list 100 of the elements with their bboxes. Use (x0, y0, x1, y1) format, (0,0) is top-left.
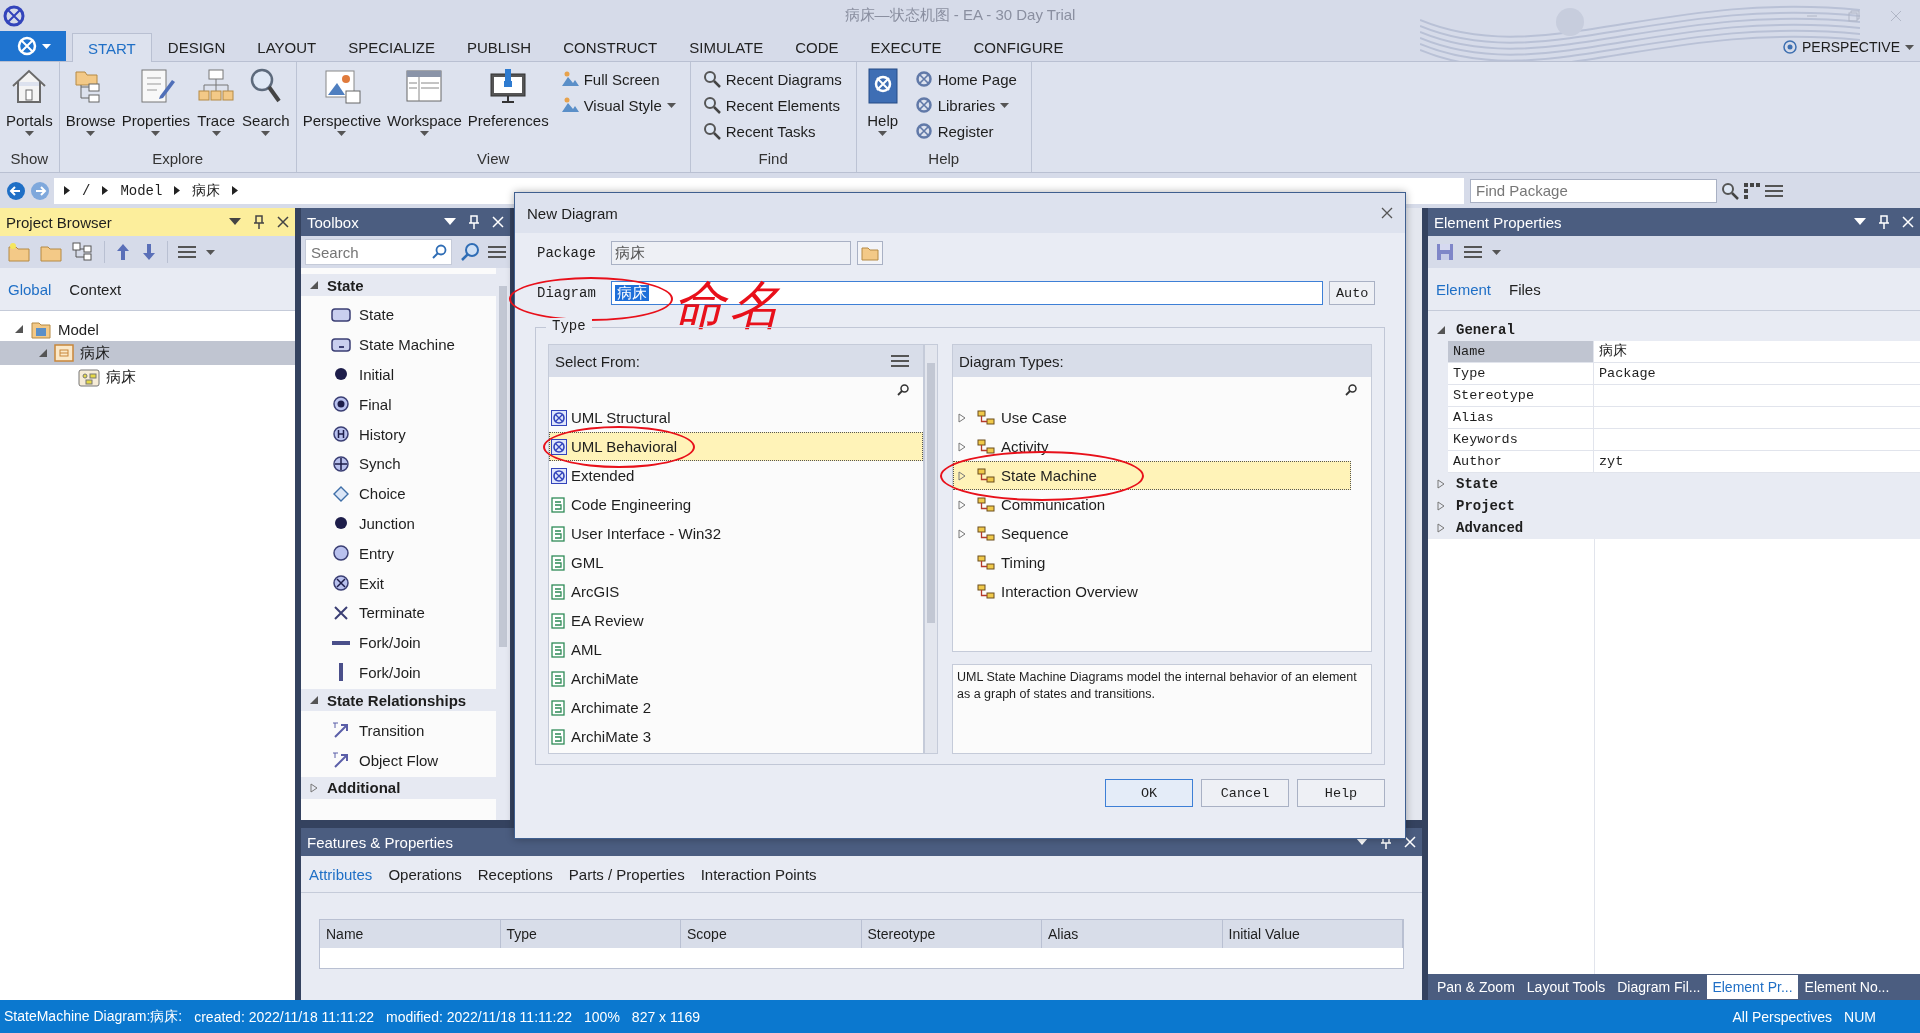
toolbox-item[interactable]: Exit (301, 568, 496, 598)
close-icon[interactable] (1381, 207, 1393, 219)
menu-icon[interactable] (178, 245, 196, 259)
toolbox-item[interactable]: History (301, 419, 496, 449)
column-header[interactable]: Scope (681, 920, 862, 948)
search-field[interactable]: Search (305, 239, 452, 265)
toolbox-item[interactable]: Object Flow (301, 745, 496, 775)
list-item[interactable]: Code Engineering (549, 490, 923, 519)
ribbon-button[interactable]: Properties (119, 66, 193, 148)
panel-tab[interactable]: Context (69, 280, 122, 298)
grid-icon[interactable] (1743, 181, 1761, 200)
panel-tab[interactable]: Diagram Fil... (1612, 975, 1706, 999)
list-item[interactable]: UML Structural (549, 403, 923, 432)
property-name[interactable]: Stereotype (1448, 385, 1594, 407)
panel-tab[interactable]: Files (1509, 280, 1541, 298)
collapse-icon[interactable] (309, 695, 319, 706)
property-value[interactable]: 病床 (1594, 341, 1920, 363)
list-item[interactable]: UML Behavioral (549, 432, 923, 461)
toolbox-item[interactable]: Synch (301, 449, 496, 479)
property-value[interactable]: zyt (1594, 451, 1920, 473)
search-icon[interactable] (431, 244, 447, 260)
property-section[interactable]: State (1428, 473, 1920, 495)
column-header[interactable]: Initial Value (1222, 920, 1403, 948)
expand-icon[interactable] (1436, 523, 1446, 533)
ribbon-button[interactable]: Libraries (914, 94, 1017, 116)
breadcrumb-item[interactable]: / (82, 182, 91, 199)
list-item[interactable]: ArcGIS (549, 577, 923, 606)
expand-icon[interactable] (309, 782, 319, 793)
scrollbar[interactable] (924, 344, 938, 754)
package-field[interactable]: 病床 (611, 241, 851, 265)
dialog-button[interactable]: Cancel (1201, 779, 1289, 807)
list-item[interactable]: User Interface - Win32 (549, 519, 923, 548)
list-item[interactable]: Interaction Overview (953, 577, 1351, 606)
property-name[interactable]: Type (1448, 363, 1594, 385)
ribbon-tab[interactable]: LAYOUT (241, 33, 333, 61)
list-item[interactable]: Extended (549, 461, 923, 490)
pin-icon[interactable] (253, 215, 265, 229)
ribbon-button[interactable]: Recent Elements (702, 94, 842, 116)
ribbon-button[interactable]: Search (240, 66, 292, 148)
list-item[interactable]: GML (549, 548, 923, 577)
property-section[interactable]: Advanced (1428, 517, 1920, 539)
toolbox-item[interactable]: Entry (301, 538, 496, 569)
ribbon-tab[interactable]: START (72, 33, 152, 62)
toolbox-item[interactable]: Fork/Join (301, 627, 496, 658)
search-icon[interactable] (897, 384, 909, 396)
collapse-icon[interactable] (309, 280, 319, 290)
panel-tab[interactable]: Element Pr... (1707, 975, 1798, 999)
menu-icon[interactable] (891, 354, 909, 368)
property-name[interactable]: Name (1448, 341, 1594, 363)
tree-item[interactable]: 病床 (0, 341, 295, 365)
dialog-button[interactable]: OK (1105, 779, 1193, 807)
expand-icon[interactable] (957, 441, 967, 452)
ribbon-button[interactable]: Trace (194, 66, 239, 148)
ribbon-tab[interactable]: CODE (779, 33, 855, 61)
list-item[interactable]: EA Review (549, 606, 923, 635)
toolbox-item[interactable]: Choice (301, 478, 496, 509)
ribbon-tab[interactable]: PUBLISH (450, 33, 548, 61)
list-item[interactable]: Use Case (953, 403, 1351, 432)
list-item[interactable]: AML (549, 635, 923, 664)
column-header[interactable]: Name (320, 920, 501, 948)
up-arrow-icon[interactable] (115, 243, 131, 261)
ribbon-button[interactable]: Portals (4, 66, 55, 148)
list-item[interactable]: Archimate 2 (549, 693, 923, 722)
ribbon-tab[interactable]: EXECUTE (854, 33, 958, 61)
panel-tab[interactable]: Element No... (1799, 975, 1895, 999)
toolbox-item[interactable]: Transition (301, 715, 496, 746)
toolbox-item[interactable]: Terminate (301, 597, 496, 628)
ribbon-tab[interactable]: SIMULATE (673, 33, 780, 61)
auto-button[interactable]: Auto (1329, 281, 1376, 305)
ribbon-button[interactable]: Recent Diagrams (702, 68, 842, 90)
hierarchy-icon[interactable] (72, 242, 94, 262)
list-item[interactable]: Communication (953, 490, 1351, 519)
list-item[interactable]: Activity (953, 432, 1351, 461)
list-item[interactable]: ArchiMate 3 (549, 722, 923, 751)
property-value[interactable]: Package (1594, 363, 1920, 385)
breadcrumb-item[interactable]: 病床 (192, 181, 221, 200)
expand-icon[interactable] (957, 499, 967, 510)
app-menu-button[interactable] (0, 31, 66, 61)
property-section[interactable]: General (1428, 319, 1920, 341)
panel-tab[interactable]: Global (8, 280, 52, 298)
property-name[interactable]: Alias (1448, 407, 1594, 429)
forward-icon[interactable] (30, 180, 50, 201)
column-header[interactable]: Alias (1042, 920, 1223, 948)
toolbox-item[interactable]: Fork/Join (301, 657, 496, 688)
ribbon-button[interactable]: Full Screen (560, 68, 676, 90)
ribbon-tab[interactable]: CONSTRUCT (547, 33, 674, 61)
column-header[interactable]: Stereotype (861, 920, 1042, 948)
ribbon-button[interactable]: Workspace (385, 66, 464, 148)
ribbon-tab[interactable]: CONFIGURE (957, 33, 1080, 61)
find-package-field[interactable]: Find Package (1470, 178, 1717, 203)
tree-item[interactable]: Model (0, 317, 295, 341)
collapse-icon[interactable] (14, 324, 24, 334)
collapse-icon[interactable] (38, 348, 48, 358)
expand-icon[interactable] (1436, 501, 1446, 511)
property-section[interactable]: Project (1428, 495, 1920, 517)
ribbon-button[interactable]: Perspective (300, 66, 383, 148)
save-icon[interactable] (1436, 243, 1454, 261)
breadcrumb-item[interactable]: Model (120, 182, 163, 199)
dropdown-icon[interactable] (229, 218, 241, 226)
panel-tab[interactable]: Element (1436, 280, 1492, 298)
